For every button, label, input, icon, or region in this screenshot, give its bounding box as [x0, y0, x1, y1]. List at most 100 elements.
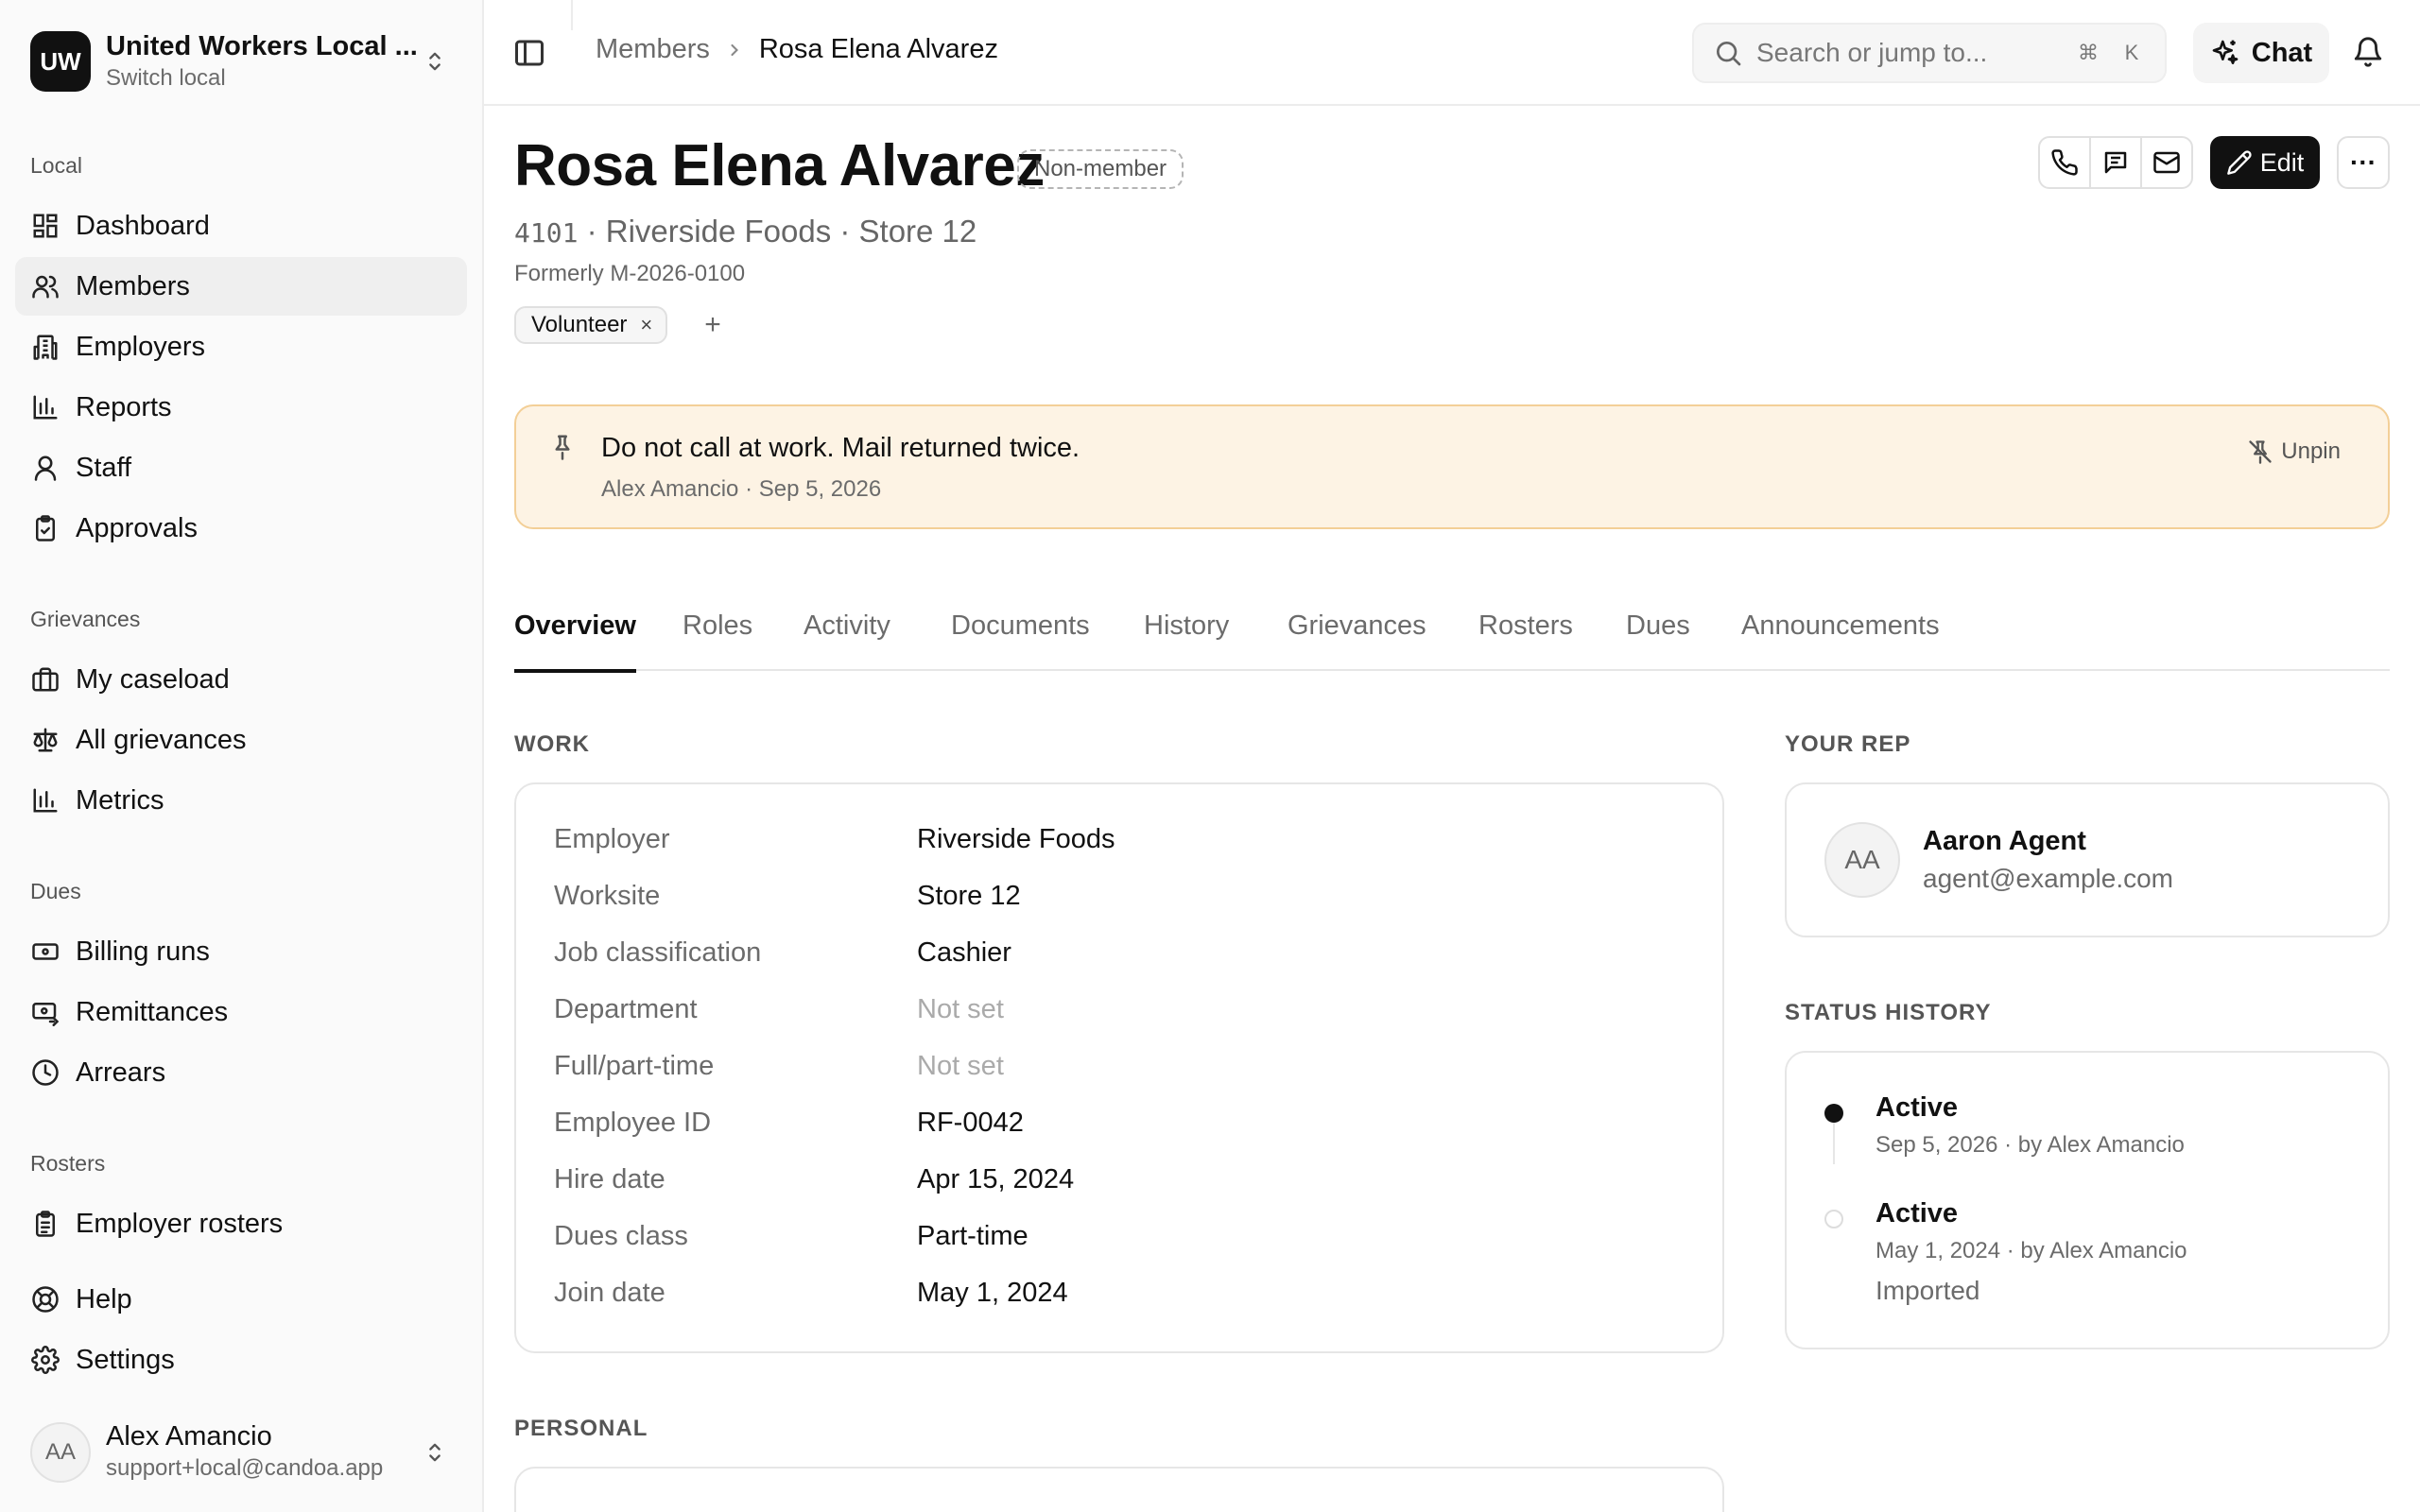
tab-grievances[interactable]: Grievances — [1288, 610, 1426, 671]
avatar: AA — [30, 1422, 91, 1483]
sidebar-item-arrears[interactable]: Arrears — [15, 1043, 467, 1102]
search-input[interactable]: Search or jump to... ⌘ K — [1692, 23, 2167, 83]
clipboard-list-icon — [30, 1209, 60, 1239]
sidebar-item-label: Settings — [76, 1344, 175, 1375]
tag-remove-button[interactable]: × — [640, 313, 652, 337]
org-logo: UW — [30, 31, 91, 92]
field-label: Employer — [554, 824, 670, 854]
sidebar: UW United Workers Local ... Switch local… — [0, 0, 484, 1512]
sidebar-item-employers[interactable]: Employers — [15, 318, 467, 376]
tab-overview[interactable]: Overview — [514, 610, 636, 673]
clock-icon — [30, 1057, 60, 1088]
former-id: Formerly M-2026-0100 — [514, 261, 746, 286]
sidebar-item-members[interactable]: Members — [15, 257, 467, 316]
sidebar-item-all-grievances[interactable]: All grievances — [15, 711, 467, 769]
field-label: Department — [554, 994, 698, 1024]
sidebar-item-label: Staff — [76, 452, 132, 483]
sidebar-toggle-icon[interactable] — [512, 36, 546, 70]
table-row: Hire date Apr 15, 2024 — [554, 1164, 1688, 1195]
call-button[interactable] — [2040, 138, 2089, 187]
tab-dues[interactable]: Dues — [1626, 610, 1690, 671]
local-switcher[interactable]: UW United Workers Local ... Switch local — [30, 28, 454, 94]
sidebar-item-help[interactable]: Help — [15, 1270, 467, 1329]
tab-rosters[interactable]: Rosters — [1478, 610, 1573, 671]
bell-icon[interactable] — [2352, 36, 2386, 70]
work-card: Employer Riverside Foods Worksite Store 12… — [514, 782, 1724, 1353]
field-label: Employee ID — [554, 1108, 712, 1138]
timeline-dot — [1824, 1210, 1843, 1228]
table-row: Job classification Cashier — [554, 937, 1688, 969]
message-button[interactable] — [2089, 138, 2140, 187]
topbar: Members Rosa Elena Alvarez Search or jum… — [484, 0, 2420, 106]
note-meta: Alex Amancio · Sep 5, 2026 — [601, 476, 882, 502]
more-options-button[interactable]: ··· — [2337, 136, 2390, 189]
field-value: Not set — [917, 994, 1004, 1024]
pin-icon — [548, 433, 579, 463]
sidebar-item-employer-rosters[interactable]: Employer rosters — [15, 1194, 467, 1253]
avatar: AA — [1824, 822, 1900, 898]
user-name: Alex Amancio — [106, 1421, 272, 1452]
status-entry-note: Imported — [1876, 1276, 1980, 1305]
field-value: Apr 15, 2024 — [917, 1164, 1075, 1194]
status-entry-meta: May 1, 2024 · by Alex Amancio — [1876, 1238, 2187, 1263]
rep-card[interactable]: AA Aaron Agent agent@example.com — [1785, 782, 2390, 937]
search-placeholder: Search or jump to... — [1756, 38, 1988, 67]
user-menu[interactable]: AA Alex Amancio support+local@candoa.app — [30, 1419, 454, 1486]
gear-icon — [30, 1345, 60, 1375]
field-value: May 1, 2024 — [917, 1278, 1068, 1308]
bar-chart-icon — [30, 392, 60, 422]
tab-activity[interactable]: Activity — [804, 610, 890, 671]
chevron-right-icon — [725, 41, 744, 60]
building-icon — [30, 332, 60, 362]
tab-history[interactable]: History — [1144, 610, 1229, 671]
sidebar-item-reports[interactable]: Reports — [15, 378, 467, 437]
sidebar-item-billing-runs[interactable]: Billing runs — [15, 922, 467, 981]
tag-volunteer: Volunteer × — [514, 306, 668, 344]
member-number: 4101 — [514, 217, 579, 249]
timeline-dot — [1824, 1104, 1843, 1123]
edit-label: Edit — [2259, 147, 2305, 177]
phone-icon — [2050, 148, 2079, 177]
section-heading-personal: PERSONAL — [514, 1416, 648, 1441]
sidebar-item-my-caseload[interactable]: My caseload — [15, 650, 467, 709]
breadcrumb-members-link[interactable]: Members — [596, 34, 710, 65]
sidebar-item-remittances[interactable]: Remittances — [15, 983, 467, 1041]
sidebar-item-label: Members — [76, 270, 190, 301]
sidebar-item-staff[interactable]: Staff — [15, 438, 467, 497]
lifebuoy-icon — [30, 1284, 60, 1314]
rep-name: Aaron Agent — [1923, 826, 2086, 856]
sidebar-item-metrics[interactable]: Metrics — [15, 771, 467, 830]
pencil-icon — [2226, 150, 2252, 175]
tab-roles[interactable]: Roles — [683, 610, 752, 671]
field-label: Hire date — [554, 1164, 666, 1194]
add-tag-button[interactable]: + — [696, 308, 730, 342]
table-row: Dues class Part-time — [554, 1221, 1688, 1252]
unpin-button[interactable]: Unpin — [2247, 438, 2341, 465]
table-row: Full/part-time Not set — [554, 1051, 1688, 1082]
sidebar-item-settings[interactable]: Settings — [15, 1331, 467, 1389]
users-icon — [30, 271, 60, 301]
sidebar-item-label: Arrears — [76, 1057, 166, 1088]
table-row: Employer Riverside Foods — [554, 824, 1688, 855]
tab-announcements[interactable]: Announcements — [1741, 610, 1940, 671]
tab-documents[interactable]: Documents — [951, 610, 1090, 671]
chevron-up-down-icon — [416, 43, 454, 80]
email-button[interactable] — [2140, 138, 2191, 187]
sidebar-item-dashboard[interactable]: Dashboard — [15, 197, 467, 255]
kbd-k: K — [2124, 41, 2139, 64]
user-email: support+local@candoa.app — [106, 1455, 384, 1481]
org-switch-label: Switch local — [106, 65, 226, 91]
section-heading-work: WORK — [514, 731, 590, 757]
section-title-rosters: Rosters — [30, 1151, 106, 1176]
personal-card — [514, 1467, 1724, 1512]
search-icon — [1713, 38, 1743, 68]
status-entry-label: Active — [1876, 1092, 1959, 1123]
breadcrumb: Members Rosa Elena Alvarez — [596, 34, 998, 65]
banknote-icon — [30, 936, 60, 967]
field-label: Join date — [554, 1278, 666, 1308]
field-value: RF-0042 — [917, 1108, 1024, 1138]
sidebar-item-approvals[interactable]: Approvals — [15, 499, 467, 558]
edit-button[interactable]: Edit — [2210, 136, 2320, 189]
chat-button[interactable]: Chat — [2193, 23, 2329, 83]
table-row: Join date May 1, 2024 — [554, 1278, 1688, 1309]
